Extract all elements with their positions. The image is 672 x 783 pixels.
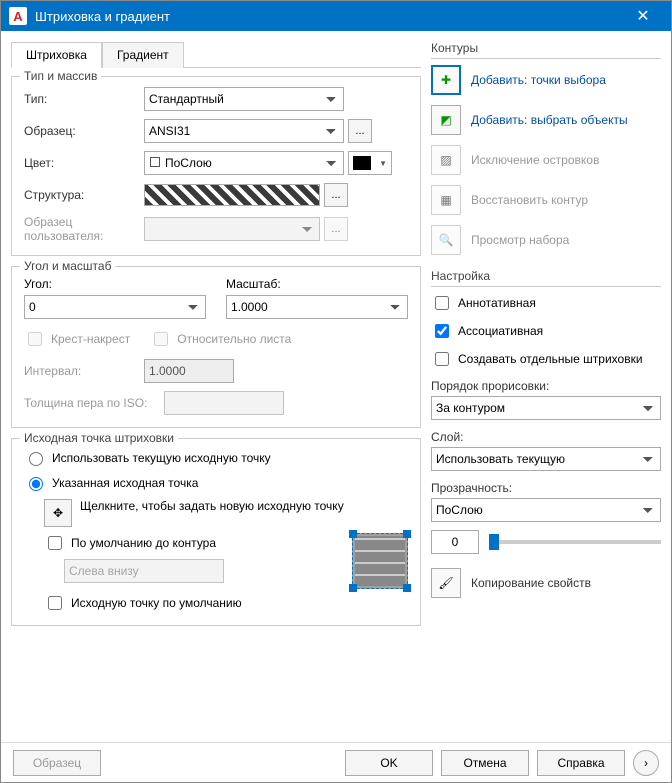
pattern-select[interactable]: ANSI31 bbox=[144, 119, 344, 143]
pick-origin-button[interactable]: ✥ bbox=[44, 499, 72, 527]
background-color-dropdown[interactable]: ▼ bbox=[348, 151, 392, 175]
separate-hatches-checkbox[interactable]: Создавать отдельные штриховки bbox=[431, 349, 661, 369]
inherit-properties-button[interactable]: 🖌 bbox=[431, 568, 461, 598]
cancel-button[interactable]: Отмена bbox=[441, 750, 529, 776]
expand-button[interactable]: › bbox=[633, 750, 659, 776]
window-title: Штриховка и градиент bbox=[35, 9, 623, 24]
associative-checkbox[interactable]: Ассоциативная bbox=[431, 321, 661, 341]
help-button[interactable]: Справка bbox=[537, 750, 625, 776]
angle-group-title: Угол и масштаб bbox=[20, 259, 115, 273]
draw-order-label: Порядок прорисовки: bbox=[431, 379, 661, 393]
color-swatch-icon bbox=[150, 157, 160, 167]
origin-corner-select: Слева внизу bbox=[64, 559, 224, 583]
default-boundary-checkbox[interactable]: По умолчанию до контура bbox=[44, 533, 338, 553]
double-checkbox: Крест-накрест bbox=[24, 329, 130, 349]
pattern-label: Образец: bbox=[24, 124, 144, 138]
inherit-label: Копирование свойств bbox=[471, 576, 591, 590]
specified-origin-radio[interactable]: Указанная исходная точка bbox=[24, 474, 408, 491]
ok-button[interactable]: OK bbox=[345, 750, 433, 776]
title-bar: A Штриховка и градиент ✕ bbox=[1, 1, 671, 31]
iso-pen-select bbox=[164, 391, 284, 415]
draw-order-select[interactable]: За контуром bbox=[431, 396, 661, 420]
custom-pattern-select bbox=[144, 217, 320, 241]
origin-preview bbox=[352, 533, 408, 589]
transparency-slider[interactable] bbox=[489, 540, 661, 544]
chevron-right-icon: › bbox=[644, 756, 648, 770]
select-objects-button[interactable]: ◩ bbox=[431, 105, 461, 135]
origin-group: Исходная точка штриховки Использовать те… bbox=[11, 438, 421, 626]
brush-icon: 🖌 bbox=[438, 576, 453, 590]
recreate-boundary-button: ▦ bbox=[431, 185, 461, 215]
footer: Образец OK Отмена Справка › bbox=[1, 742, 671, 782]
scale-label: Масштаб: bbox=[226, 277, 408, 291]
remove-icon: ▨ bbox=[440, 153, 451, 167]
select-icon: ◩ bbox=[440, 113, 451, 127]
remove-islands-button: ▨ bbox=[431, 145, 461, 175]
origin-group-title: Исходная точка штриховки bbox=[20, 431, 178, 445]
boundaries-title: Контуры bbox=[431, 41, 661, 59]
transparency-value-input[interactable] bbox=[431, 530, 479, 554]
type-label: Тип: bbox=[24, 92, 144, 106]
relative-paper-checkbox: Относительно листа bbox=[150, 329, 291, 349]
color-label: Цвет: bbox=[24, 156, 144, 170]
plus-icon: ✚ bbox=[441, 73, 451, 87]
spacing-input bbox=[144, 359, 234, 383]
preview-button: Образец bbox=[13, 750, 101, 776]
layer-select[interactable]: Использовать текущую bbox=[431, 447, 661, 471]
pattern-browse-button[interactable]: ... bbox=[348, 119, 372, 143]
scale-select[interactable]: 1.0000 bbox=[226, 295, 408, 319]
type-pattern-group: Тип и массив Тип: Стандартный Образец: A… bbox=[11, 76, 421, 256]
swatch-label: Структура: bbox=[24, 188, 144, 202]
angle-label: Угол: bbox=[24, 277, 206, 291]
color-select[interactable]: ПоСлою bbox=[144, 151, 344, 175]
options-title: Настройка bbox=[431, 269, 661, 287]
type-group-title: Тип и массив bbox=[20, 69, 101, 83]
custom-pattern-label: Образец пользователя: bbox=[24, 215, 144, 243]
pick-origin-hint: Щелкните, чтобы задать новую исходную то… bbox=[80, 499, 408, 513]
custom-pattern-browse: ... bbox=[324, 217, 348, 241]
annotative-checkbox[interactable]: Аннотативная bbox=[431, 293, 661, 313]
transparency-label: Прозрачность: bbox=[431, 481, 661, 495]
angle-select[interactable]: 0 bbox=[24, 295, 206, 319]
use-current-origin-radio[interactable]: Использовать текущую исходную точку bbox=[24, 449, 408, 466]
crosshair-icon: ✥ bbox=[53, 506, 63, 520]
type-select[interactable]: Стандартный bbox=[144, 87, 344, 111]
angle-scale-group: Угол и масштаб Угол: 0 Масштаб: 1.0000 К… bbox=[11, 266, 421, 428]
remove-islands-label: Исключение островков bbox=[471, 153, 599, 167]
select-objects-label: Добавить: выбрать объекты bbox=[471, 113, 628, 127]
view-selection-label: Просмотр набора bbox=[471, 233, 569, 247]
tab-gradient[interactable]: Градиент bbox=[102, 42, 184, 68]
tab-bar: Штриховка Градиент bbox=[11, 41, 421, 68]
spacing-label: Интервал: bbox=[24, 364, 144, 378]
iso-pen-label: Толщина пера по ISO: bbox=[24, 396, 164, 410]
tab-hatch[interactable]: Штриховка bbox=[11, 42, 102, 68]
pattern-swatch[interactable] bbox=[144, 184, 320, 206]
recreate-icon: ▦ bbox=[440, 193, 451, 207]
app-icon: A bbox=[9, 7, 27, 25]
close-button[interactable]: ✕ bbox=[623, 1, 663, 31]
pattern-swatch-browse[interactable]: ... bbox=[324, 183, 348, 207]
recreate-label: Восстановить контур bbox=[471, 193, 588, 207]
transparency-select[interactable]: ПоСлою bbox=[431, 498, 661, 522]
pick-points-label: Добавить: точки выбора bbox=[471, 73, 606, 87]
store-default-checkbox[interactable]: Исходную точку по умолчанию bbox=[44, 593, 338, 613]
pick-points-button[interactable]: ✚ bbox=[431, 65, 461, 95]
layer-label: Слой: bbox=[431, 430, 661, 444]
view-selection-button: 🔍 bbox=[431, 225, 461, 255]
magnifier-icon: 🔍 bbox=[439, 233, 454, 247]
